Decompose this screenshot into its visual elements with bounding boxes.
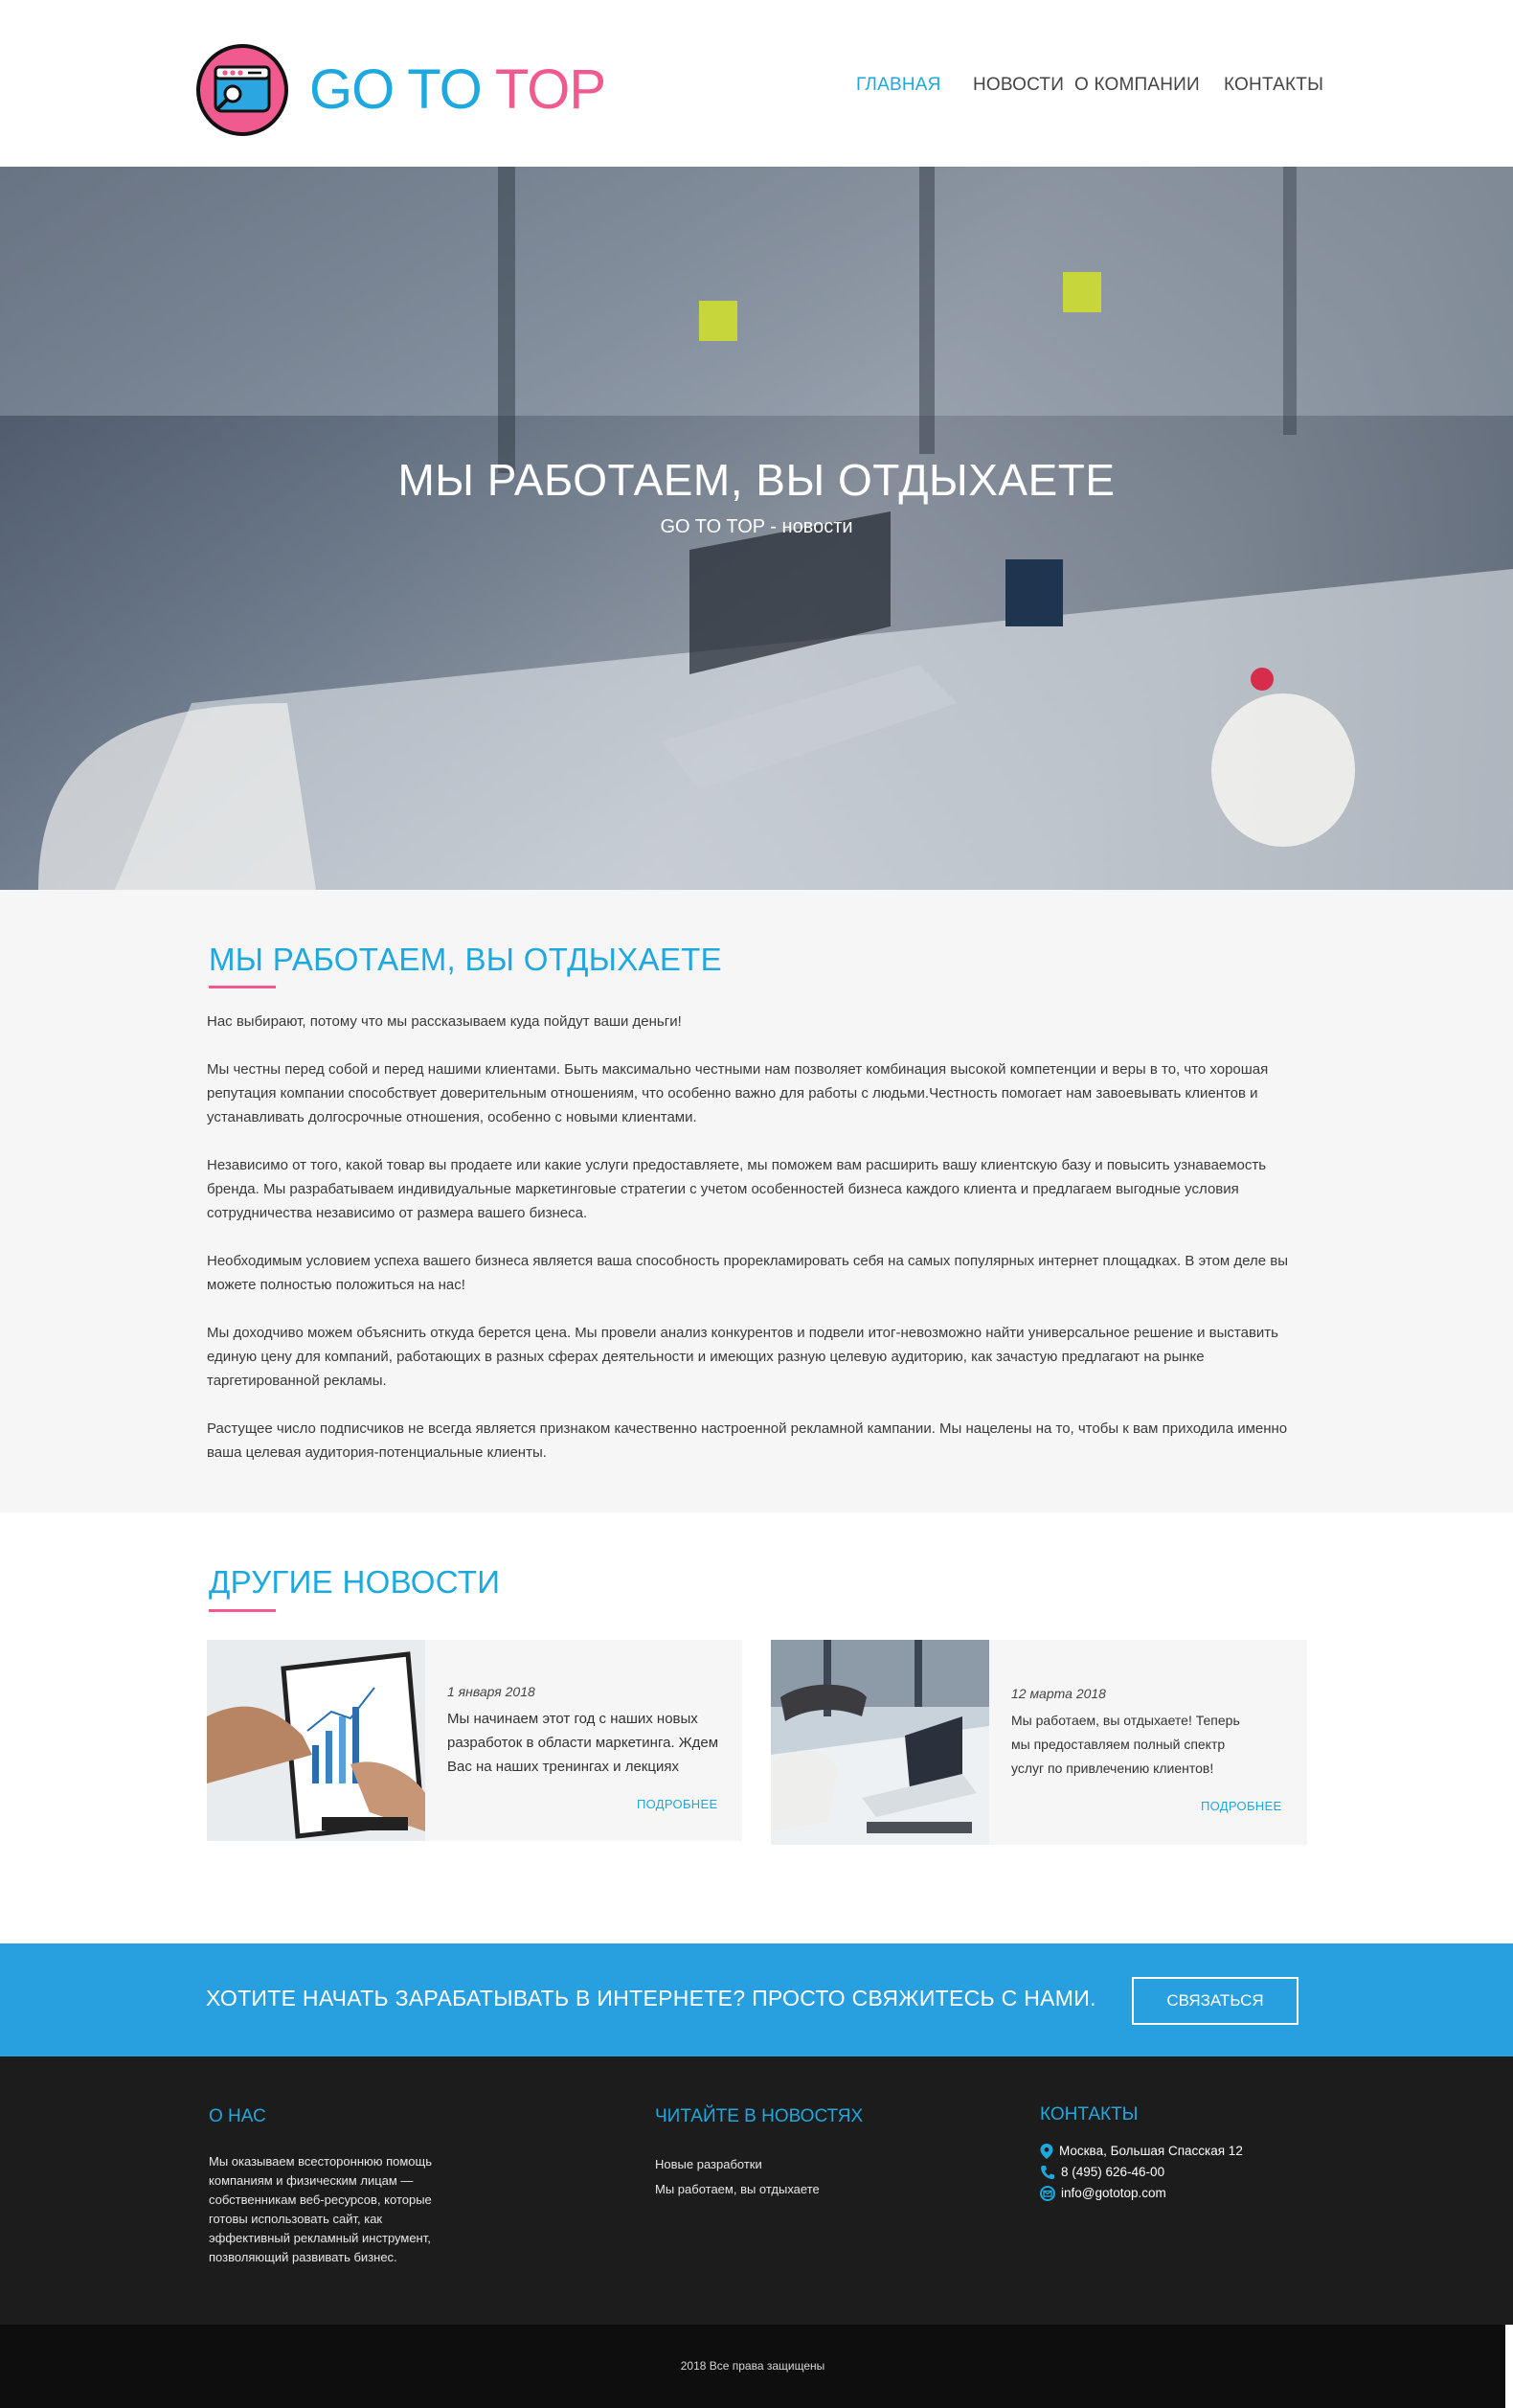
footer-about-title: О нас [209,2106,266,2126]
contact-phone-text[interactable]: 8 (495) 626-46-00 [1061,2162,1164,2183]
nav-item-about[interactable]: О компании [1074,75,1200,96]
article-paragraph: Необходимым условием успеха вашего бизне… [207,1253,1288,1293]
footer-news-list: Новые разработки Мы работаем, вы отдыхае… [655,2152,942,2202]
footer-news: Читайте в новостях Новые разработки Мы р… [655,2106,942,2202]
news-card[interactable]: 12 марта 2018 Мы работаем, вы отдыхаете!… [771,1640,1307,1845]
title-underline [209,986,276,988]
article-paragraph: Растущее число подписчиков не всегда явл… [207,1420,1288,1461]
footer-news-link[interactable]: Новые разработки [655,2152,942,2177]
browser-search-icon [196,44,288,136]
news-card-image [207,1640,425,1841]
footer-about-text: Мы оказываем всестороннюю помощь компани… [209,2154,433,2264]
hero-banner: МЫ РАБОТАЕМ, ВЫ ОТДЫХАЕТЕ GO TO TOP - но… [0,167,1513,890]
article-body: Нас выбирают, потому что мы рассказываем… [207,1010,1289,1488]
news-section-title: Другие новости [209,1564,501,1600]
nav-item-contacts[interactable]: Контакты [1224,75,1323,96]
article-paragraph: Нас выбирают, потому что мы рассказываем… [207,1013,682,1030]
article-paragraph: Независимо от того, какой товар вы прода… [207,1157,1267,1221]
map-pin-icon [1040,2144,1053,2159]
article-paragraph: Мы доходчиво можем объяснить откуда бере… [207,1325,1278,1389]
read-more-link[interactable]: Подробнее [1201,1799,1281,1813]
edge-strip [1505,2325,1513,2408]
news-card-date: 12 марта 2018 [1011,1686,1106,1701]
copyright-bar: 2018 Все права защищены [0,2325,1505,2408]
hero-title: МЫ РАБОТАЕМ, ВЫ ОТДЫХАЕТЕ [397,455,1116,505]
logo-text: GO TO TOP [309,62,606,118]
news-card-image [771,1640,989,1845]
footer-contacts-title: Контакты [1040,2104,1139,2124]
site-header: GO TO TOP Главная Новости О компании Кон… [0,0,1513,167]
contact-email-text[interactable]: info@gototop.com [1061,2183,1166,2204]
contact-button[interactable]: Связаться [1132,1977,1298,2025]
footer-contacts: Контакты Москва, Большая Спасская 12 8 (… [1040,2104,1327,2204]
logo-text-top: TOP [494,58,606,121]
article-title: Мы работаем, вы отдыхаете [209,942,722,977]
news-card-text: Мы работаем, вы отдыхаете! Теперь мы пре… [1011,1713,1240,1776]
contact-address-text: Москва, Большая Спасская 12 [1059,2144,1243,2158]
read-more-link[interactable]: Подробнее [637,1797,717,1811]
contact-email: info@gototop.com [1040,2183,1327,2204]
footer-about: О нас Мы оказываем всестороннюю помощь к… [209,2106,458,2267]
footer-news-title: Читайте в новостях [655,2106,864,2126]
footer-news-link[interactable]: Мы работаем, вы отдыхаете [655,2177,942,2202]
nav-item-home[interactable]: Главная [856,75,941,96]
phone-icon [1041,2166,1054,2179]
email-icon [1040,2186,1055,2201]
news-card-date: 1 января 2018 [447,1684,535,1699]
other-news-section: Другие новости 1 января 2018 Мы начинаем… [0,1512,1513,1943]
cta-text: Хотите начать зарабатывать в интернете? … [206,1986,1096,2010]
news-card-text: Мы начинаем этот год с наших новых разра… [447,1711,719,1775]
contact-phone: 8 (495) 626-46-00 [1040,2162,1327,2183]
article-paragraph: Мы честны перед собой и перед нашими кли… [207,1061,1269,1125]
call-to-action-banner: Хотите начать зарабатывать в интернете? … [0,1943,1513,2056]
title-underline [209,1609,276,1612]
logo-text-goto: GO TO [309,58,483,121]
site-footer: О нас Мы оказываем всестороннюю помощь к… [0,2056,1513,2325]
hero-subtitle: GO TO TOP - новости [660,516,853,537]
copyright-text: 2018 Все права защищены [680,2359,825,2373]
logo[interactable]: GO TO TOP [196,44,606,136]
article-section: Мы работаем, вы отдыхаете Нас выбирают, … [0,890,1513,1512]
contact-address: Москва, Большая Спасская 12 [1040,2141,1327,2162]
nav-item-news[interactable]: Новости [973,75,1064,96]
news-card[interactable]: 1 января 2018 Мы начинаем этот год с наш… [207,1640,742,1841]
